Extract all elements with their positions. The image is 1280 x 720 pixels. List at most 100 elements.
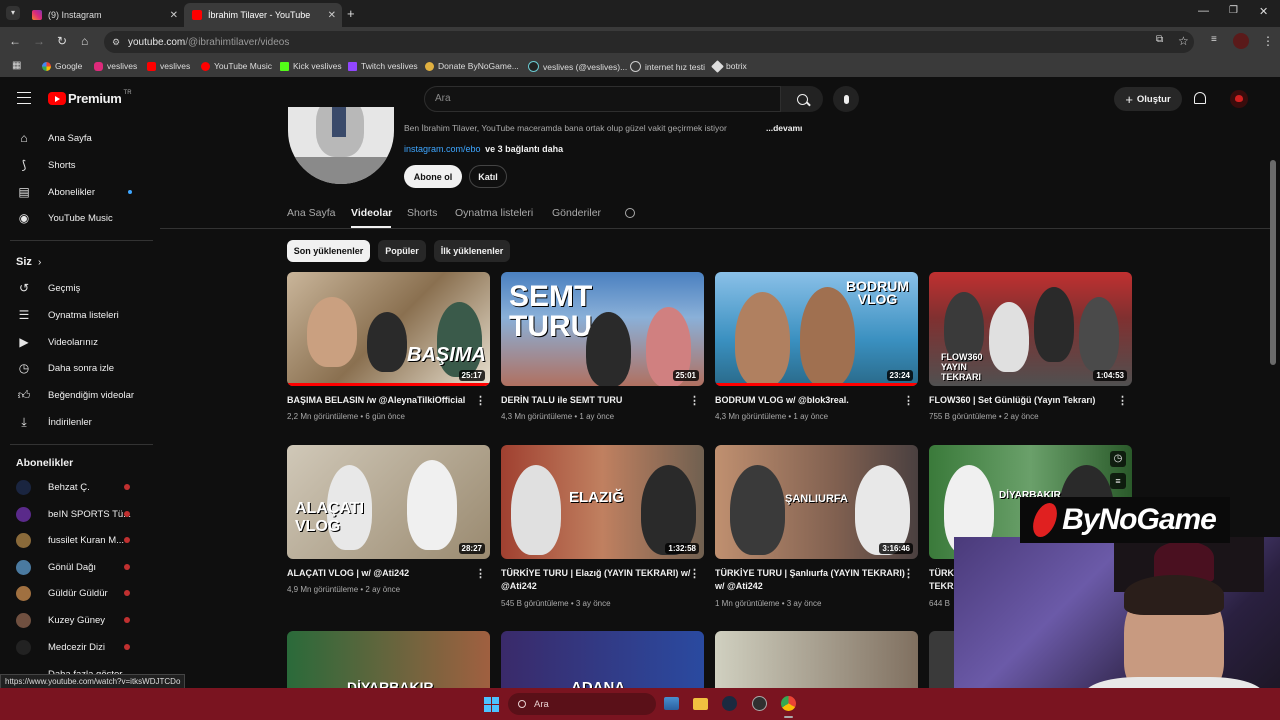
- video-thumbnail[interactable]: BODRUM VLOG 23:24: [715, 272, 918, 386]
- video-thumbnail[interactable]: ELAZIĞ 1:32:58: [501, 445, 704, 559]
- more-options-icon[interactable]: ⋮: [903, 394, 914, 407]
- channel-link[interactable]: instagram.com/ebo: [404, 144, 481, 154]
- sub-item-fussilet[interactable]: fussilet Kuran M...: [0, 527, 150, 553]
- minimize-button[interactable]: —: [1198, 5, 1209, 17]
- bookmark-twitch[interactable]: Twitch veslives: [348, 61, 418, 71]
- sidebar-item-liked-videos[interactable]: 👍︎ Beğendiğim videolar: [0, 382, 150, 408]
- sidebar-item-shorts[interactable]: ⟆ Shorts: [0, 152, 150, 178]
- video-title[interactable]: TÜRKİYE TURU | Şanlıurfa (YAYIN TEKRARI)…: [715, 567, 905, 593]
- video-card[interactable]: BODRUM VLOG 23:24 BODRUM VLOG w/ @blok3r…: [715, 272, 918, 432]
- channel-description[interactable]: Ben İbrahim Tilaver, YouTube maceramda b…: [404, 123, 764, 133]
- chip-latest[interactable]: Son yüklenenler: [287, 240, 370, 262]
- bookmark-kick[interactable]: Kick veslives: [280, 61, 342, 71]
- tab-home[interactable]: Ana Sayfa: [287, 207, 335, 219]
- app-icon[interactable]: [752, 696, 767, 711]
- description-more[interactable]: ...devamı: [766, 123, 802, 133]
- video-thumbnail[interactable]: ALAÇATI VLOG 28:27: [287, 445, 490, 559]
- taskbar-search-input[interactable]: Ara: [508, 693, 656, 715]
- more-options-icon[interactable]: ⋮: [689, 567, 700, 580]
- sub-item-gonul-dagi[interactable]: Gönül Dağı: [0, 554, 150, 580]
- close-tab-icon[interactable]: ✕: [328, 10, 336, 21]
- video-thumbnail[interactable]: [715, 631, 918, 688]
- search-input[interactable]: Ara: [424, 86, 781, 112]
- bookmark-botrix[interactable]: botrix: [711, 59, 747, 73]
- tab-playlists[interactable]: Oynatma listeleri: [455, 207, 533, 219]
- browser-menu-icon[interactable]: ⋮: [1262, 34, 1274, 48]
- tab-videos[interactable]: Videolar: [351, 207, 392, 219]
- more-options-icon[interactable]: ⋮: [475, 394, 486, 407]
- video-thumbnail[interactable]: FLOW360 YAYIN TEKRARI 1:04:53: [929, 272, 1132, 386]
- sidebar-item-subscriptions[interactable]: ▤ Abonelikler: [0, 179, 150, 205]
- sidebar-item-your-videos[interactable]: ▶ Videolarınız: [0, 329, 150, 355]
- search-button[interactable]: [781, 86, 823, 112]
- video-card[interactable]: BAŞIMA 25:17 BAŞIMA BELASIN /w @AleynaTi…: [287, 272, 490, 432]
- chrome-icon[interactable]: [781, 696, 796, 711]
- bookmark-veslives-youtube[interactable]: veslives: [147, 61, 190, 71]
- add-to-queue-icon[interactable]: ≡: [1110, 473, 1126, 489]
- sidebar-you-header[interactable]: Siz ›: [0, 249, 150, 275]
- home-icon[interactable]: ⌂: [81, 34, 88, 48]
- video-thumbnail[interactable]: ŞANLIURFA 3:16:46: [715, 445, 918, 559]
- bookmark-veslives-instagram[interactable]: veslives: [94, 61, 137, 71]
- close-tab-icon[interactable]: ✕: [170, 10, 178, 21]
- voice-search-button[interactable]: [833, 86, 859, 112]
- more-options-icon[interactable]: ⋮: [903, 567, 914, 580]
- channel-search-icon[interactable]: [625, 208, 635, 218]
- chip-oldest[interactable]: İlk yüklenenler: [434, 240, 510, 262]
- more-links[interactable]: ve 3 bağlantı daha: [485, 144, 563, 154]
- account-avatar[interactable]: [1230, 90, 1248, 108]
- sidebar-item-youtube-music[interactable]: ◉ YouTube Music: [0, 205, 150, 231]
- close-window-button[interactable]: ✕: [1259, 5, 1268, 18]
- video-title[interactable]: BODRUM VLOG w/ @blok3real.: [715, 394, 905, 407]
- install-app-icon[interactable]: ⧉: [1156, 34, 1163, 45]
- join-button[interactable]: Katıl: [469, 165, 507, 188]
- sidebar-item-playlists[interactable]: ☰ Oynatma listeleri: [0, 302, 150, 328]
- bookmark-star-icon[interactable]: ☆: [1178, 34, 1189, 48]
- video-card[interactable]: FLOW360 YAYIN TEKRARI 1:04:53 FLOW360 | …: [929, 272, 1132, 432]
- watch-later-icon[interactable]: ◷: [1110, 451, 1126, 467]
- bookmark-donate[interactable]: Donate ByNoGame...: [425, 61, 519, 71]
- sidebar-item-watch-later[interactable]: ◷ Daha sonra izle: [0, 355, 150, 381]
- page-scrollbar[interactable]: [1270, 160, 1276, 365]
- new-tab-button[interactable]: +: [347, 6, 355, 21]
- video-card[interactable]: SEMT TURU 25:01 DERİN TALU ile SEMT TURU…: [501, 272, 704, 432]
- video-title[interactable]: ALAÇATI VLOG | w/ @Ati242: [287, 567, 477, 580]
- create-button[interactable]: + Oluştur: [1114, 87, 1182, 111]
- sub-item-guldur-guldur[interactable]: Güldür Güldür: [0, 580, 150, 606]
- sidebar-item-downloads[interactable]: ⤓ İndirilenler: [0, 409, 150, 435]
- video-title[interactable]: TÜRKİYE TURU | Elazığ (YAYIN TEKRARI) w/…: [501, 567, 691, 593]
- sub-item-medcezir[interactable]: Medcezir Dizi: [0, 634, 150, 660]
- tab-instagram[interactable]: (9) Instagram ✕: [24, 3, 184, 27]
- profile-avatar[interactable]: [1233, 33, 1249, 49]
- url-field[interactable]: ⚙ youtube.com/@ibrahimtilaver/videos: [104, 31, 1194, 53]
- video-thumbnail[interactable]: SEMT TURU 25:01: [501, 272, 704, 386]
- tab-list-button[interactable]: ▾: [6, 6, 20, 20]
- video-title[interactable]: DERİN TALU ile SEMT TURU: [501, 394, 691, 407]
- back-icon[interactable]: ←: [9, 34, 21, 48]
- more-options-icon[interactable]: ⋮: [689, 394, 700, 407]
- notifications-bell-icon[interactable]: [1194, 92, 1206, 104]
- bookmark-tiktok[interactable]: veslives (@veslives)...: [528, 61, 627, 72]
- chip-popular[interactable]: Popüler: [378, 240, 426, 262]
- sub-item-behzat[interactable]: Behzat Ç.: [0, 474, 150, 500]
- video-card[interactable]: ŞANLIURFA 3:16:46 TÜRKİYE TURU | Şanlıur…: [715, 445, 918, 619]
- video-card[interactable]: ELAZIĞ 1:32:58 TÜRKİYE TURU | Elazığ (YA…: [501, 445, 704, 619]
- video-title[interactable]: FLOW360 | Set Günlüğü (Yayın Tekrarı): [929, 394, 1119, 407]
- site-info-icon[interactable]: ⚙: [112, 37, 120, 48]
- forward-icon[interactable]: →: [33, 34, 45, 48]
- more-options-icon[interactable]: ⋮: [475, 567, 486, 580]
- video-thumbnail[interactable]: BAŞIMA 25:17: [287, 272, 490, 386]
- sub-item-bein-sports[interactable]: beIN SPORTS Tü...: [0, 501, 150, 527]
- steam-icon[interactable]: [722, 696, 737, 711]
- video-thumbnail[interactable]: ADANA: [501, 631, 704, 688]
- photos-app-icon[interactable]: [664, 697, 679, 710]
- restore-button[interactable]: ❐: [1229, 5, 1238, 16]
- sidebar-item-history[interactable]: ↺ Geçmiş: [0, 275, 150, 301]
- reload-icon[interactable]: ↻: [57, 34, 67, 48]
- bookmark-youtube-music[interactable]: YouTube Music: [201, 61, 272, 71]
- video-card[interactable]: ALAÇATI VLOG 28:27 ALAÇATI VLOG | w/ @At…: [287, 445, 490, 605]
- bookmark-google[interactable]: Google: [42, 61, 82, 71]
- tab-posts[interactable]: Gönderiler: [552, 207, 601, 219]
- windows-start-icon[interactable]: [484, 697, 499, 712]
- sub-item-kuzey-guney[interactable]: Kuzey Güney: [0, 607, 150, 633]
